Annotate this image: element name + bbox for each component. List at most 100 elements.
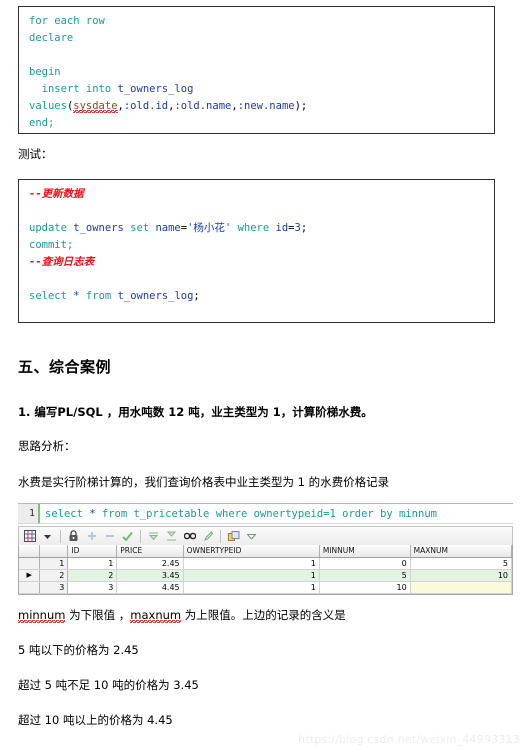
toolbar-separator xyxy=(60,529,61,543)
row-cursor-marker[interactable] xyxy=(19,557,41,570)
cell-price[interactable]: 2.45 xyxy=(116,557,184,570)
paragraph-rule-3: 超过 10 吨以上的价格为 4.45 xyxy=(18,713,173,727)
minmax-text-1: 为下限值 ， xyxy=(65,608,131,622)
code-token: declare xyxy=(29,32,74,44)
table-row[interactable]: 3 3 4.45 1 10 xyxy=(19,581,513,594)
table-row[interactable]: ▶ 2 2 3.45 1 5 10 xyxy=(19,569,513,582)
commit-check-icon[interactable] xyxy=(120,529,135,544)
export-bottom-icon[interactable] xyxy=(164,529,179,544)
clear-filter-icon[interactable] xyxy=(200,529,215,544)
toolbar-separator xyxy=(140,529,141,543)
code-token: t_owners_log xyxy=(117,290,194,302)
code-token: '杨小花' xyxy=(187,222,232,234)
code-token: insert into xyxy=(41,83,112,95)
result-table: ID PRICE OWNERTYPEID MINNUM MAXNUM 1 1 2.45 1 0 5… xyxy=(19,545,513,594)
cell-maxnum[interactable] xyxy=(410,581,513,594)
code-token: update xyxy=(29,222,67,234)
column-header-maxnum[interactable]: MAXNUM xyxy=(410,545,513,558)
code-token: ; xyxy=(300,222,308,234)
cell-ownertypeid[interactable]: 1 xyxy=(183,557,320,570)
code-line: for each row xyxy=(29,13,486,30)
code-token: for each row xyxy=(29,15,105,27)
code-token: select xyxy=(29,290,67,302)
grid-view-icon[interactable] xyxy=(22,529,37,544)
toolbar-separator xyxy=(220,529,221,543)
csdn-watermark: https://blog.csdn.net/weixin_44993313 xyxy=(298,733,520,746)
header-marker xyxy=(19,545,41,558)
code-token: t_owners xyxy=(73,222,124,234)
code-line: values(sysdate,:old.id,:old.name,:new.na… xyxy=(29,98,486,115)
code-line: end; xyxy=(29,115,486,132)
cell-minnum[interactable]: 10 xyxy=(319,581,411,594)
code-token: --更新数据 xyxy=(29,188,84,200)
section-heading: 五、综合案例 xyxy=(18,358,112,376)
result-grid[interactable]: ID PRICE OWNERTYPEID MINNUM MAXNUM 1 1 2.45 1 0 5… xyxy=(18,545,513,595)
sql-editor-strip[interactable]: 1 select * from t_pricetable where owner… xyxy=(18,503,513,524)
row-number: 1 xyxy=(39,557,69,570)
row-cursor-marker[interactable]: ▶ xyxy=(19,569,41,582)
paragraph-minmax: minnum 为下限值 ，maxnum 为上限值。上边的记录的含义是 xyxy=(18,607,346,623)
cell-id[interactable]: 1 xyxy=(67,557,118,570)
sql-suffix: from t_pricetable where ownertypeid=1 or… xyxy=(95,508,437,520)
lock-icon[interactable] xyxy=(66,529,81,544)
code-token: values xyxy=(29,100,67,112)
minnum-term: minnum xyxy=(18,608,66,623)
paragraph-intro: 水费是实行阶梯计算的，我们查询价格表中业主类型为 1 的水费价格记录 xyxy=(18,475,390,489)
export-down-icon[interactable] xyxy=(146,529,161,544)
paragraph-rule-2: 超过 5 吨不足 10 吨的价格为 3.45 xyxy=(18,678,199,692)
document-page: for each row declare begin insert into t_… xyxy=(0,0,526,750)
sql-prefix: select xyxy=(45,508,90,520)
code-token: name xyxy=(155,222,181,234)
label-analysis: 思路分析： xyxy=(18,439,76,453)
code-line: --更新数据 xyxy=(29,186,486,203)
table-row[interactable]: 1 1 2.45 1 0 5 xyxy=(19,557,513,570)
code-token: end; xyxy=(29,117,55,129)
code-token: ); xyxy=(294,100,308,112)
code-token: begin xyxy=(29,66,61,78)
sql-query-text[interactable]: select * from t_pricetable where ownerty… xyxy=(40,504,513,523)
code-token: commit; xyxy=(29,239,74,251)
find-binoculars-icon[interactable] xyxy=(182,529,197,544)
dropdown-arrow-icon[interactable] xyxy=(40,529,55,544)
row-number: 3 xyxy=(39,581,69,594)
column-header-price[interactable]: PRICE xyxy=(116,545,184,558)
code-token: id xyxy=(275,222,289,234)
cell-price[interactable]: 3.45 xyxy=(116,569,184,582)
code-token: :old.name xyxy=(174,100,232,112)
code-line: commit; xyxy=(29,237,486,254)
label-test: 测试： xyxy=(18,147,53,161)
cell-id[interactable]: 2 xyxy=(67,569,118,582)
column-header-id[interactable]: ID xyxy=(67,545,118,558)
code-line: begin xyxy=(29,64,486,81)
column-header-ownertypeid[interactable]: OWNERTYPEID xyxy=(183,545,320,558)
add-record-icon[interactable] xyxy=(84,529,99,544)
paragraph-rule-1: 5 吨以下的价格为 2.45 xyxy=(18,643,139,657)
cell-minnum[interactable]: 0 xyxy=(319,557,411,570)
code-token: --查询日志表 xyxy=(29,256,95,268)
cell-maxnum[interactable]: 5 xyxy=(410,557,513,570)
cell-ownertypeid[interactable]: 1 xyxy=(183,569,320,582)
cell-ownertypeid[interactable]: 1 xyxy=(183,581,320,594)
cell-id[interactable]: 3 xyxy=(67,581,118,594)
row-cursor-marker[interactable] xyxy=(19,581,41,594)
cell-maxnum[interactable]: 10 xyxy=(410,569,513,582)
trigger-body-code-block: for each row declare begin insert into t_… xyxy=(18,6,495,134)
copy-data-icon[interactable] xyxy=(226,529,241,544)
column-header-minnum[interactable]: MINNUM xyxy=(319,545,411,558)
remove-record-icon[interactable] xyxy=(102,529,117,544)
code-token: :old.id xyxy=(123,100,169,112)
more-arrow-icon[interactable] xyxy=(244,529,259,544)
cell-price[interactable]: 4.45 xyxy=(116,581,184,594)
code-token: from xyxy=(85,290,112,302)
code-line: declare xyxy=(29,30,486,47)
cell-minnum[interactable]: 5 xyxy=(319,569,411,582)
code-line: --查询日志表 xyxy=(29,254,486,271)
code-token: set xyxy=(130,222,150,234)
grid-toolbar[interactable] xyxy=(18,526,513,545)
code-line: update t_owners set name='杨小花' where id=… xyxy=(29,220,486,237)
test-sql-code-block: --更新数据 update t_owners set name='杨小花' wh… xyxy=(18,179,495,323)
